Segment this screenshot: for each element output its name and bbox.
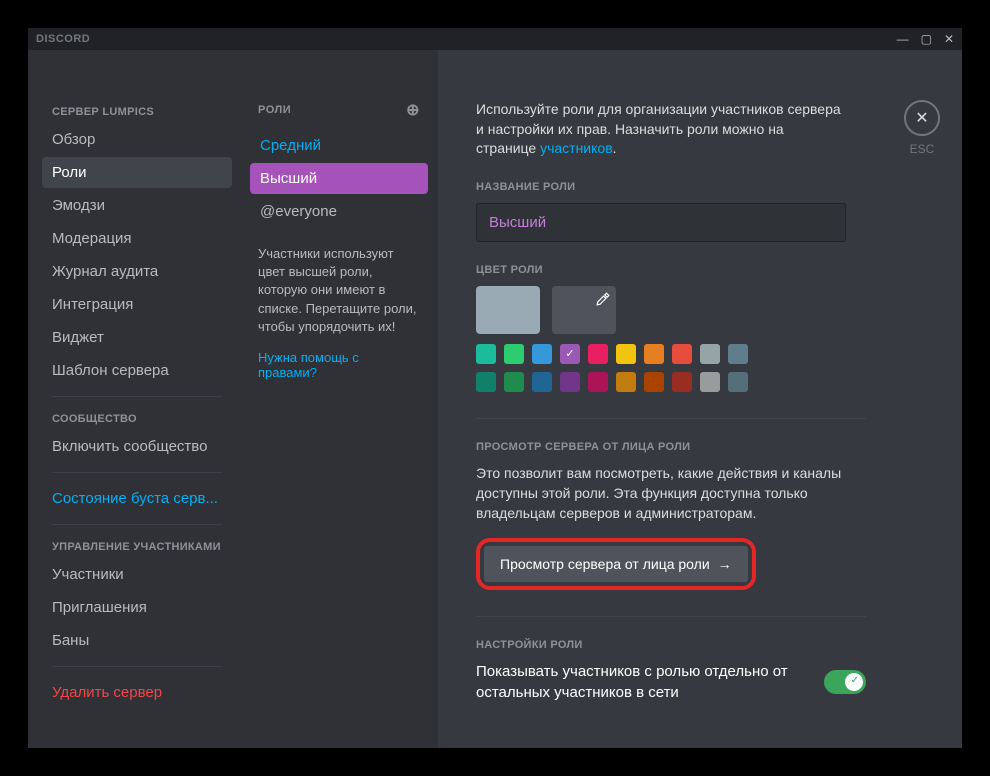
sidebar-item-integration[interactable]: Интеграция: [42, 289, 232, 320]
divider: [52, 666, 222, 667]
color-swatch[interactable]: [728, 372, 748, 392]
color-swatch[interactable]: [588, 372, 608, 392]
display-separately-label: Показывать участников с ролью отдельно о…: [476, 661, 808, 703]
roles-header-label: РОЛИ: [258, 104, 291, 116]
sidebar-item-roles[interactable]: Роли: [42, 157, 232, 188]
sidebar-item-members[interactable]: Участники: [42, 559, 232, 590]
titlebar: DISCORD — ▢ ✕: [28, 28, 962, 50]
view-as-description: Это позволит вам посмотреть, какие дейст…: [476, 463, 846, 524]
color-swatch[interactable]: [700, 344, 720, 364]
sidebar-item-audit-log[interactable]: Журнал аудита: [42, 256, 232, 287]
intro-text: Используйте роли для организации участни…: [476, 100, 846, 159]
role-item-everyone[interactable]: @everyone: [250, 196, 428, 227]
color-swatch-grid: ✓: [476, 344, 932, 392]
annotation-highlight: Просмотр сервера от лица роли →: [476, 538, 756, 590]
divider: [476, 616, 866, 617]
sidebar-server-header: СЕРВЕР LUMPICS: [42, 100, 232, 124]
view-as-header: ПРОСМОТР СЕРВЕРА ОТ ЛИЦА РОЛИ: [476, 441, 932, 453]
color-swatch[interactable]: [560, 372, 580, 392]
color-swatch[interactable]: [532, 344, 552, 364]
roles-hint-text: Участники используют цвет высшей роли, к…: [250, 229, 428, 336]
color-swatch[interactable]: [616, 344, 636, 364]
roles-help-link[interactable]: Нужна помощь с правами?: [250, 336, 428, 394]
maximize-icon[interactable]: ▢: [921, 33, 932, 45]
divider: [52, 472, 222, 473]
close-icon: ✕: [904, 100, 940, 136]
role-settings-header: НАСТРОЙКИ РОЛИ: [476, 639, 932, 651]
color-swatch[interactable]: [476, 344, 496, 364]
color-swatch[interactable]: [672, 372, 692, 392]
sidebar-item-emoji[interactable]: Эмодзи: [42, 190, 232, 221]
minimize-icon[interactable]: —: [897, 33, 909, 45]
check-icon: ✓: [851, 675, 859, 686]
sidebar-item-boost-status[interactable]: Состояние буста серв...: [42, 483, 232, 514]
close-window-icon[interactable]: ✕: [944, 33, 954, 45]
color-swatch[interactable]: [700, 372, 720, 392]
add-role-icon[interactable]: ⊕: [406, 100, 420, 120]
color-swatch[interactable]: [476, 372, 496, 392]
divider: [52, 396, 222, 397]
color-swatch[interactable]: [644, 344, 664, 364]
sidebar-item-overview[interactable]: Обзор: [42, 124, 232, 155]
view-as-role-button[interactable]: Просмотр сервера от лица роли →: [484, 546, 748, 582]
role-item-medium[interactable]: Средний: [250, 130, 428, 161]
color-swatch[interactable]: [588, 344, 608, 364]
color-swatch[interactable]: [728, 344, 748, 364]
divider: [52, 524, 222, 525]
color-swatch[interactable]: [616, 372, 636, 392]
sidebar-item-delete-server[interactable]: Удалить сервер: [42, 677, 232, 708]
sidebar-item-moderation[interactable]: Модерация: [42, 223, 232, 254]
close-settings-button[interactable]: ✕ ESC: [904, 100, 940, 156]
sidebar-community-header: СООБЩЕСТВО: [42, 407, 232, 431]
divider: [476, 418, 866, 419]
color-picker-button[interactable]: [552, 286, 616, 334]
role-item-high[interactable]: Высший: [250, 163, 428, 194]
color-swatch[interactable]: [504, 344, 524, 364]
sidebar-item-bans[interactable]: Баны: [42, 625, 232, 656]
sidebar-members-header: УПРАВЛЕНИЕ УЧАСТНИКАМИ: [42, 535, 232, 559]
color-swatch[interactable]: [504, 372, 524, 392]
role-name-input[interactable]: Высший: [476, 203, 846, 242]
arrow-right-icon: →: [718, 556, 732, 572]
color-swatch[interactable]: [532, 372, 552, 392]
roles-list-column: РОЛИ ⊕ Средний Высший @everyone Участник…: [240, 50, 438, 748]
role-name-label: НАЗВАНИЕ РОЛИ: [476, 181, 932, 193]
color-swatch[interactable]: ✓: [560, 344, 580, 364]
color-default-swatch[interactable]: [476, 286, 540, 334]
sidebar-item-widget[interactable]: Виджет: [42, 322, 232, 353]
app-window: DISCORD — ▢ ✕ СЕРВЕР LUMPICS Обзор Роли …: [28, 28, 962, 748]
eyedropper-icon: [596, 292, 610, 306]
sidebar-item-template[interactable]: Шаблон сервера: [42, 355, 232, 386]
members-link[interactable]: участников: [540, 140, 613, 156]
esc-label: ESC: [910, 142, 935, 156]
sidebar-item-invites[interactable]: Приглашения: [42, 592, 232, 623]
role-edit-panel: ✕ ESC Используйте роли для организации у…: [438, 50, 962, 748]
role-color-label: ЦВЕТ РОЛИ: [476, 264, 932, 276]
color-swatch[interactable]: [672, 344, 692, 364]
settings-sidebar: СЕРВЕР LUMPICS Обзор Роли Эмодзи Модерац…: [28, 50, 240, 748]
color-swatch[interactable]: [644, 372, 664, 392]
sidebar-item-enable-community[interactable]: Включить сообщество: [42, 431, 232, 462]
app-title: DISCORD: [36, 33, 90, 45]
display-separately-toggle[interactable]: ✓: [824, 670, 866, 694]
